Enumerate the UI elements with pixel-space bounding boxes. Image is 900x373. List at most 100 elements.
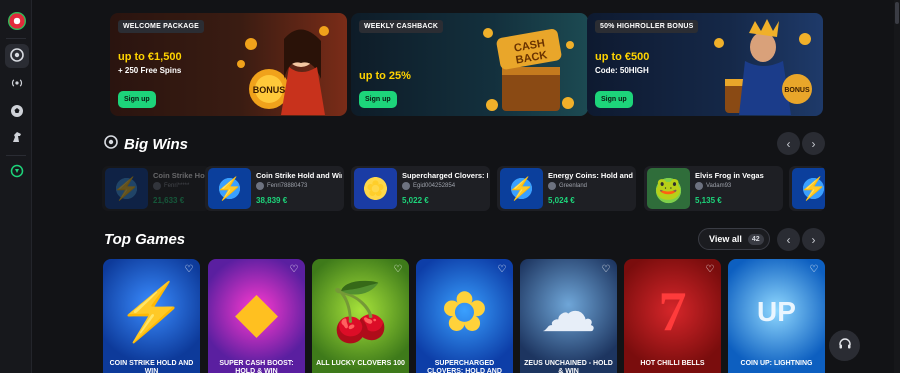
- game-art-lucky-seven: 7: [658, 281, 687, 343]
- big-win-game-name: Elvis Frog in Vegas: [695, 171, 764, 180]
- game-art-diamond: ◆: [234, 280, 279, 343]
- game-art-golden-clover: ✿: [441, 280, 488, 343]
- main-content: BONUS WELCOME PACKAGE up to €1,500 + 250…: [32, 0, 900, 373]
- chevron-right-icon: ›: [811, 232, 816, 247]
- chevron-right-icon: ›: [811, 136, 816, 151]
- top-games-title: Top Games: [104, 231, 186, 248]
- big-win-card[interactable]: 🐸 Elvis Frog in Vegas Vadam93 5,135 €: [644, 166, 783, 211]
- view-all-button[interactable]: View all 42: [698, 228, 770, 250]
- game-art-zeus: ☁: [540, 280, 597, 343]
- avatar: [153, 182, 161, 190]
- promo-title: up to 25%: [359, 70, 411, 82]
- avatar: [695, 182, 703, 190]
- game-tile[interactable]: ⚡ ♡ COIN STRIKE HOLD AND WIN: [103, 259, 200, 373]
- sidebar: [0, 0, 32, 373]
- game-tile[interactable]: ✿ ♡ SUPERCHARGED CLOVERS: HOLD AND WIN: [416, 259, 513, 373]
- game-name: HOT CHILLI BELLS: [640, 360, 705, 367]
- game-tile[interactable]: 7 ♡ HOT CHILLI BELLS: [624, 259, 721, 373]
- heart-icon[interactable]: ♡: [183, 264, 195, 276]
- sidebar-item-sports[interactable]: [5, 100, 29, 124]
- promo-card-welcome[interactable]: BONUS WELCOME PACKAGE up to €1,500 + 250…: [110, 13, 347, 116]
- signup-button[interactable]: Sign up: [359, 91, 397, 108]
- promo-title: up to €500: [595, 51, 650, 63]
- headset-icon: [838, 337, 852, 354]
- big-win-user: Vadam93: [695, 182, 731, 190]
- big-win-thumbnail: ⚡: [105, 168, 148, 209]
- big-win-game-name: Coin Strike Hold and Win: [256, 171, 342, 180]
- soccer-ball-icon: [10, 104, 24, 121]
- big-win-amount: 38,839 €: [256, 196, 288, 205]
- big-win-thumbnail: ⚡: [792, 168, 825, 209]
- big-win-amount: 21,633 €: [153, 196, 185, 205]
- game-tile[interactable]: UP ♡ COIN UP: LIGHTNING: [728, 259, 825, 373]
- chevron-left-icon: ‹: [786, 232, 791, 247]
- game-art-coin-up: UP: [757, 296, 796, 327]
- scrollbar-thumb[interactable]: [895, 2, 899, 24]
- game-name: COIN STRIKE HOLD AND WIN: [109, 360, 194, 373]
- big-win-amount: 5,024 €: [548, 196, 575, 205]
- svg-text:BONUS: BONUS: [253, 85, 286, 95]
- game-tile[interactable]: ☁ ♡ ZEUS UNCHAINED - HOLD & WIN: [520, 259, 617, 373]
- big-win-thumbnail: ⚡: [500, 168, 543, 209]
- avatar: [256, 182, 264, 190]
- game-art-lightning-coin: ⚡: [116, 280, 187, 343]
- big-wins-prev-button[interactable]: ‹: [777, 132, 800, 155]
- top-games-next-button[interactable]: ›: [802, 228, 825, 251]
- big-wins-heading: Big Wins: [104, 135, 188, 153]
- sidebar-item-racing[interactable]: [5, 126, 29, 150]
- game-tile[interactable]: 🍒 ♡ ALL LUCKY CLOVERS 100: [312, 259, 409, 373]
- heart-icon[interactable]: ♡: [600, 264, 612, 276]
- promo-tag: WEEKLY CASHBACK: [359, 20, 444, 33]
- top-games-heading: Top Games: [104, 231, 185, 248]
- signup-button[interactable]: Sign up: [118, 91, 156, 108]
- heart-icon[interactable]: ♡: [704, 264, 716, 276]
- game-name: SUPERCHARGED CLOVERS: HOLD AND WIN: [427, 360, 502, 373]
- game-name: SUPER CASH BOOST: HOLD & WIN: [219, 360, 294, 373]
- page-scrollbar[interactable]: [894, 0, 900, 373]
- promo-subtitle: Code: 50HIGH: [595, 66, 649, 75]
- avatar: [548, 182, 556, 190]
- promo-subtitle: + 250 Free Spins: [118, 66, 182, 75]
- chip-icon: [10, 47, 24, 65]
- game-name: COIN UP: LIGHTNING: [740, 360, 813, 367]
- game-art-cherries: 🍒: [325, 280, 396, 343]
- big-win-thumbnail: 🐸: [647, 168, 690, 209]
- esports-icon: [10, 164, 24, 181]
- game-name: ZEUS UNCHAINED - HOLD & WIN: [524, 360, 613, 373]
- promo-card-cashback[interactable]: CASH BACK WEEKLY CASHBACK up to 25% Sign…: [351, 13, 588, 116]
- chip-icon: [104, 135, 118, 153]
- big-win-card[interactable]: ✿ Supercharged Clovers: Hold and Win Egi…: [351, 166, 490, 211]
- big-wins-next-button[interactable]: ›: [802, 132, 825, 155]
- big-win-card[interactable]: ⚡ Coin Strike Hold and Win Fenri***** 21…: [102, 166, 210, 211]
- big-win-card[interactable]: ⚡ Coin Strike Hold and Win Fenri78880473…: [205, 166, 344, 211]
- big-win-game-name: Supercharged Clovers: Hold and Win: [402, 171, 488, 180]
- promo-art-highroller-hero: BONUS: [705, 19, 815, 115]
- game-tile[interactable]: ◆ ♡ SUPER CASH BOOST: HOLD & WIN: [208, 259, 305, 373]
- big-win-amount: 5,022 €: [402, 196, 429, 205]
- top-games-prev-button[interactable]: ‹: [777, 228, 800, 251]
- big-win-card[interactable]: ⚡ Energy Coins: Hold and Win Greenland 5…: [497, 166, 636, 211]
- chevron-left-icon: ‹: [786, 136, 791, 151]
- big-win-user: Fenri78880473: [256, 182, 307, 190]
- promo-title: up to €1,500: [118, 51, 182, 63]
- support-chat-button[interactable]: [829, 330, 860, 361]
- roulette-logo-icon[interactable]: [8, 12, 26, 30]
- heart-icon[interactable]: ♡: [288, 264, 300, 276]
- big-win-game-name: Coin Strike Hold and Win: [153, 171, 210, 180]
- horse-icon: [10, 130, 24, 147]
- promo-art-bonus-girl: BONUS: [229, 19, 339, 115]
- heart-icon[interactable]: ♡: [392, 264, 404, 276]
- heart-icon[interactable]: ♡: [808, 264, 820, 276]
- big-win-card[interactable]: ⚡: [789, 166, 825, 211]
- heart-icon[interactable]: ♡: [496, 264, 508, 276]
- sidebar-item-esports[interactable]: [5, 160, 29, 184]
- sidebar-item-casino[interactable]: [5, 44, 29, 68]
- promo-card-highroller[interactable]: BONUS 50% HIGHROLLER BONUS up to €500 Co…: [587, 13, 823, 116]
- sidebar-item-live[interactable]: [5, 72, 29, 96]
- signup-button[interactable]: Sign up: [595, 91, 633, 108]
- big-win-thumbnail: ✿: [354, 168, 397, 209]
- promo-tag: WELCOME PACKAGE: [118, 20, 204, 33]
- sidebar-divider: [6, 38, 26, 39]
- big-win-user: Greenland: [548, 182, 587, 190]
- games-count-badge: 42: [747, 233, 764, 245]
